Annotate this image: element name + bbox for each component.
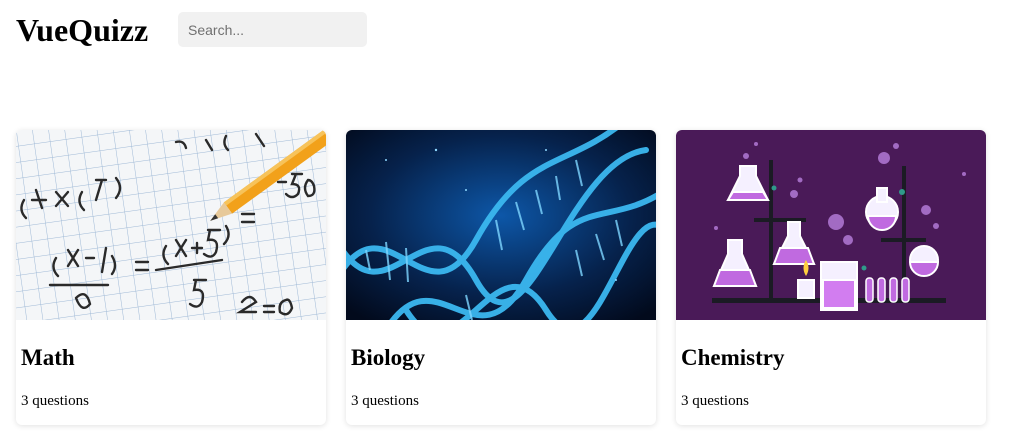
quiz-title: Math [21,345,75,370]
quiz-card-chemistry[interactable]: Chemistry 3 questions [676,130,986,425]
quiz-title: Biology [351,345,426,370]
quiz-title: Chemistry [681,345,785,370]
quiz-card-math[interactable]: Math 3 questions [16,130,326,425]
quiz-card-biology[interactable]: Biology 3 questions [346,130,656,425]
quiz-list: Math 3 questions Biology 3 questions Che… [16,130,986,425]
quiz-question-count: 3 questions [21,393,89,409]
quiz-question-count: 3 questions [351,393,419,409]
app-logo[interactable]: VueQuizz [16,10,148,50]
quiz-question-count: 3 questions [681,393,749,409]
math-notebook-image [16,130,326,320]
search-input[interactable] [178,12,367,47]
app-header: VueQuizz [16,10,148,50]
dna-helix-image [346,130,656,320]
lab-flasks-image [676,130,986,320]
